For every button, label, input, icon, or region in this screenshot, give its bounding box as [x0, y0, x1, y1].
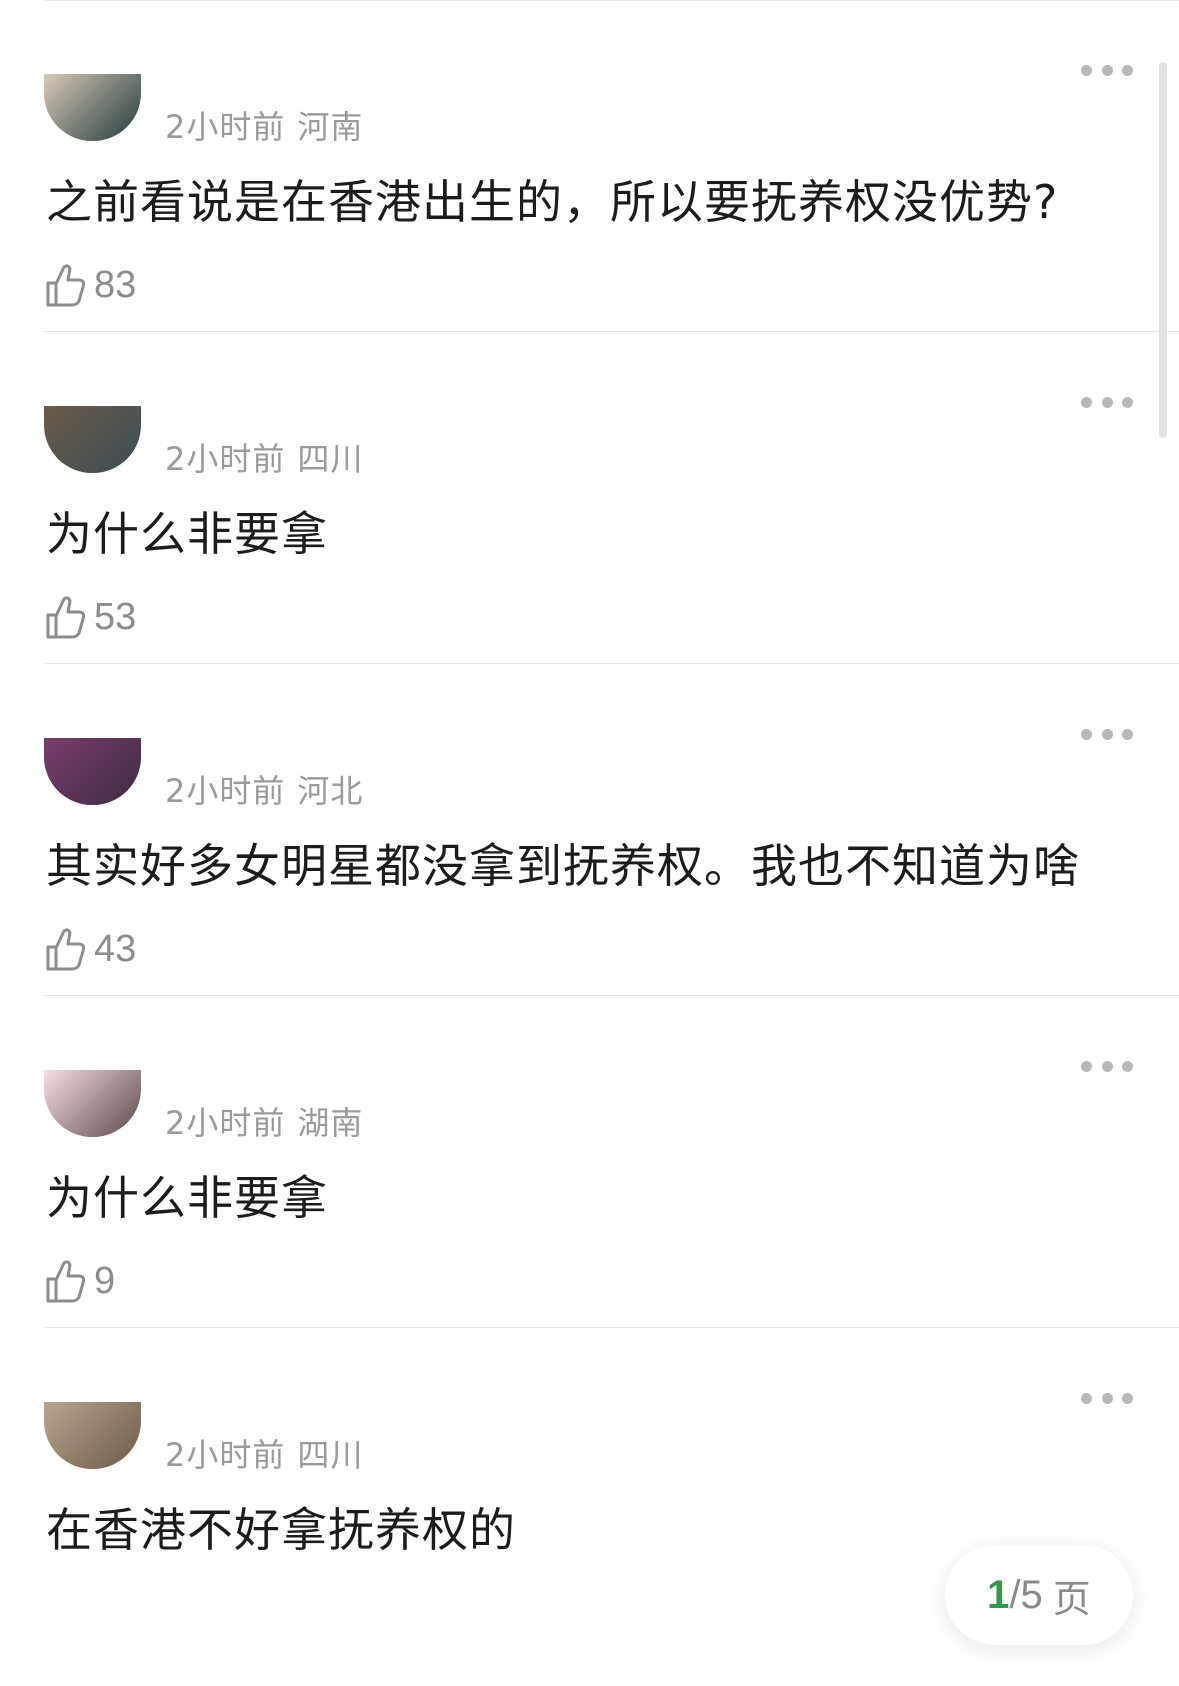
- more-dots-icon: [1081, 1060, 1092, 1072]
- comment-meta: 2小时前 河北: [165, 766, 363, 812]
- page-unit: 页: [1052, 1576, 1091, 1621]
- comment-meta: 2小时前 湖南: [165, 1098, 363, 1144]
- comment-item[interactable]: 2小时前 四川 为什么非要拿 53: [0, 332, 1179, 664]
- comment-text: 在香港不好拿抚养权的: [46, 1503, 516, 1557]
- thumbs-up-icon: [46, 927, 86, 971]
- more-dots-icon: [1081, 1392, 1092, 1404]
- comment-item[interactable]: 2小时前 河南 之前看说是在香港出生的，所以要抚养权没优势? 83: [0, 0, 1179, 332]
- more-options-button[interactable]: [1081, 60, 1133, 80]
- comment-meta: 2小时前 四川: [165, 434, 363, 480]
- comment-meta: 2小时前 四川: [165, 1430, 363, 1476]
- page-indicator[interactable]: 1 / 5 页: [945, 1545, 1133, 1645]
- comment-text: 其实好多女明星都没拿到抚养权。我也不知道为啥: [46, 839, 1080, 893]
- comment-time: 2小时前: [165, 1104, 286, 1142]
- avatar[interactable]: [44, 738, 141, 805]
- like-button[interactable]: 43: [46, 927, 136, 971]
- more-options-button[interactable]: [1081, 1388, 1133, 1408]
- comment-time: 2小时前: [165, 108, 286, 146]
- thumbs-up-icon: [46, 595, 86, 639]
- comment-meta: 2小时前 河南: [165, 102, 363, 148]
- more-dot: [1122, 1060, 1133, 1072]
- comment-region: 四川: [297, 1436, 364, 1474]
- comment-text: 为什么非要拿: [46, 507, 328, 561]
- more-dot: [1101, 1060, 1113, 1072]
- comment-region: 河南: [297, 108, 364, 146]
- comment-time: 2小时前: [165, 440, 286, 478]
- more-options-button[interactable]: [1081, 1056, 1133, 1076]
- comment-item[interactable]: 2小时前 河北 其实好多女明星都没拿到抚养权。我也不知道为啥 43: [0, 664, 1179, 996]
- like-button[interactable]: 83: [46, 263, 136, 307]
- more-dot: [1122, 396, 1133, 408]
- like-count: 9: [94, 1259, 116, 1302]
- page-current: 1: [987, 1572, 1010, 1617]
- more-dot: [1101, 1392, 1113, 1404]
- thumbs-up-icon: [46, 263, 86, 307]
- more-dot: [1122, 1392, 1133, 1404]
- avatar[interactable]: [44, 1070, 141, 1137]
- comment-region: 湖南: [297, 1104, 364, 1142]
- comment-region: 四川: [297, 440, 364, 478]
- comment-time: 2小时前: [165, 1436, 286, 1474]
- avatar[interactable]: [44, 406, 141, 473]
- comment-text: 为什么非要拿: [46, 1171, 328, 1225]
- more-dot: [1101, 728, 1113, 740]
- like-count: 53: [94, 595, 137, 638]
- thumbs-up-icon: [46, 1259, 86, 1303]
- avatar[interactable]: [44, 74, 141, 141]
- like-button[interactable]: 53: [46, 595, 136, 639]
- more-dot: [1101, 64, 1113, 76]
- comment-time: 2小时前: [165, 772, 286, 810]
- like-count: 43: [94, 927, 137, 970]
- more-dots-icon: [1081, 396, 1092, 408]
- more-dots-icon: [1081, 64, 1092, 76]
- page-total: 5: [1020, 1572, 1043, 1617]
- like-count: 83: [94, 263, 137, 306]
- more-dot: [1122, 728, 1133, 740]
- comment-text: 之前看说是在香港出生的，所以要抚养权没优势?: [46, 175, 1059, 229]
- comment-region: 河北: [297, 772, 364, 810]
- more-dot: [1101, 396, 1113, 408]
- more-options-button[interactable]: [1081, 392, 1133, 412]
- bottom-fade: [0, 1646, 1179, 1686]
- more-dot: [1122, 64, 1133, 76]
- more-options-button[interactable]: [1081, 724, 1133, 744]
- more-dots-icon: [1081, 728, 1092, 740]
- like-button[interactable]: 9: [46, 1259, 115, 1303]
- page-separator: /: [1009, 1572, 1021, 1617]
- avatar[interactable]: [44, 1402, 141, 1469]
- comment-item[interactable]: 2小时前 湖南 为什么非要拿 9: [0, 996, 1179, 1328]
